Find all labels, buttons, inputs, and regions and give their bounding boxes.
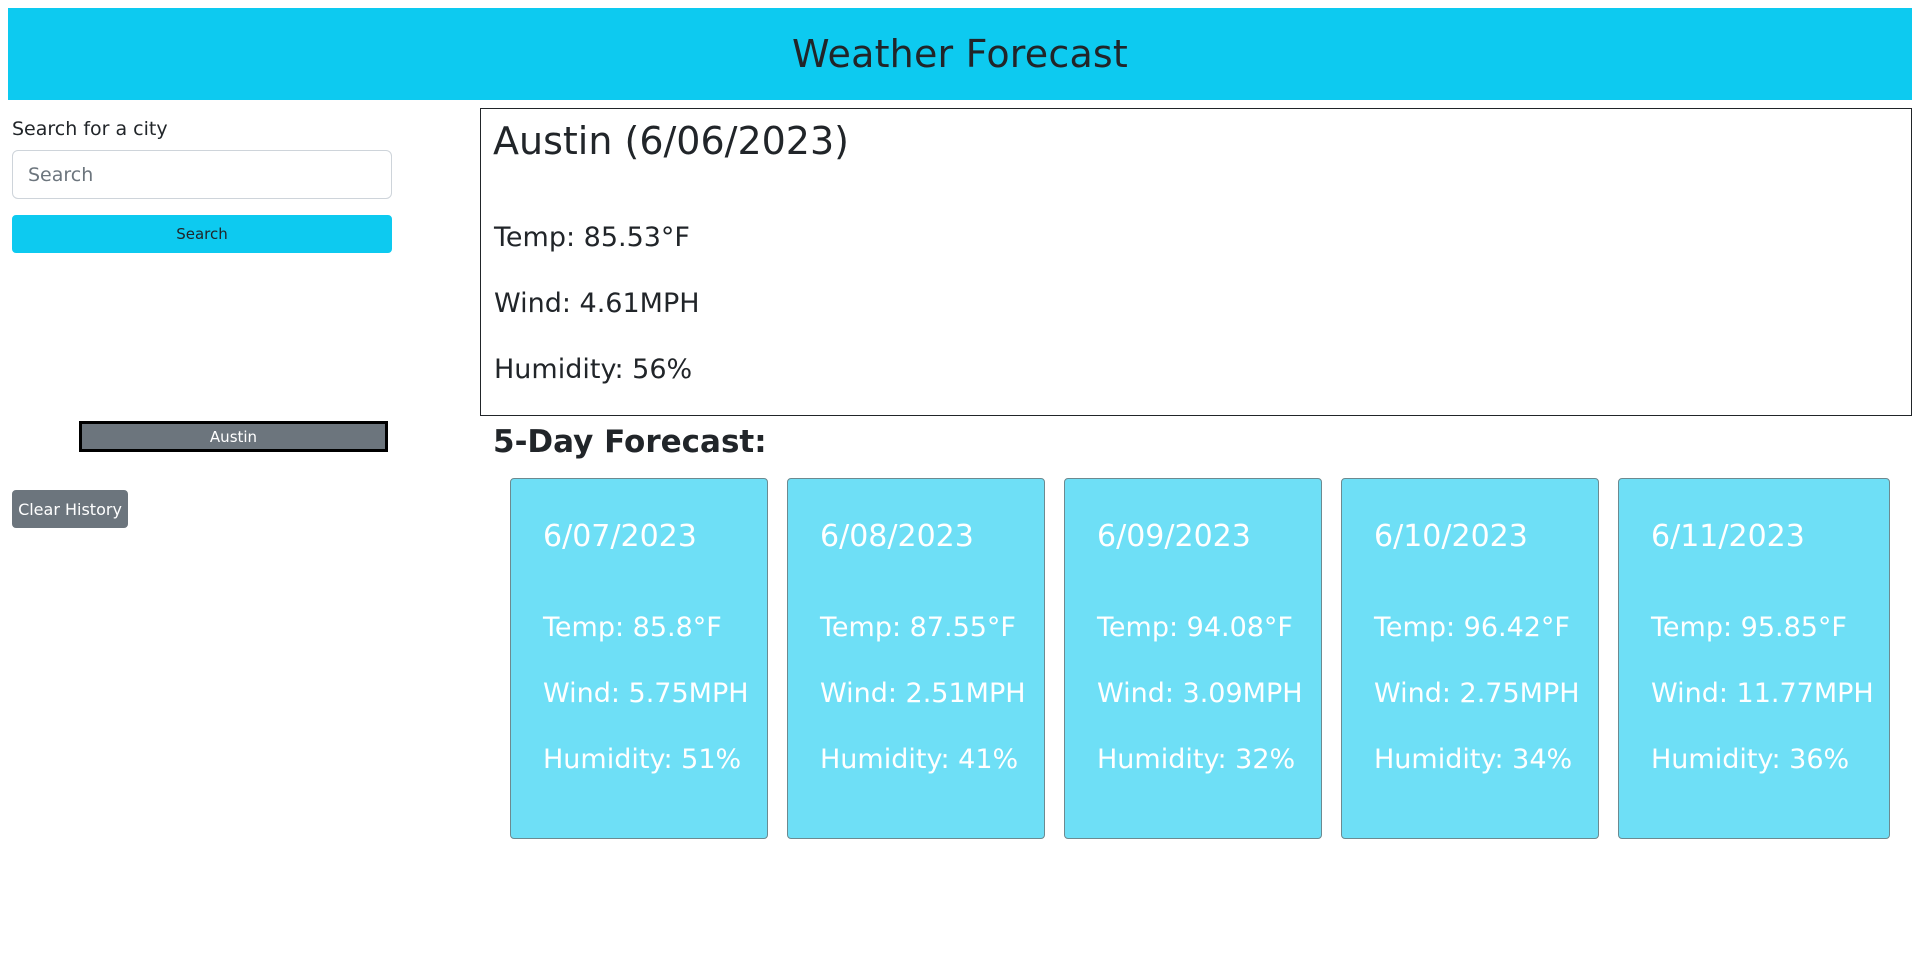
page-title: Weather Forecast	[791, 32, 1129, 76]
forecast-temp: Temp: 96.42°F	[1374, 612, 1570, 643]
forecast-wind: Wind: 2.51MPH	[820, 678, 1026, 709]
forecast-date: 6/11/2023	[1651, 519, 1805, 554]
forecast-humidity: Humidity: 51%	[543, 744, 742, 775]
forecast-humidity: Humidity: 32%	[1097, 744, 1296, 775]
forecast-temp: Temp: 85.8°F	[543, 612, 722, 643]
forecast-cards: 6/07/2023 Temp: 85.8°F Wind: 5.75MPH Hum…	[510, 478, 1890, 839]
forecast-card: 6/11/2023 Temp: 95.85°F Wind: 11.77MPH H…	[1618, 478, 1890, 839]
search-input[interactable]	[12, 150, 392, 199]
forecast-humidity: Humidity: 41%	[820, 744, 1019, 775]
forecast-card: 6/08/2023 Temp: 87.55°F Wind: 2.51MPH Hu…	[787, 478, 1045, 839]
forecast-humidity: Humidity: 36%	[1651, 744, 1850, 775]
current-wind: Wind: 4.61MPH	[494, 288, 700, 319]
forecast-temp: Temp: 95.85°F	[1651, 612, 1847, 643]
page-header: Weather Forecast	[8, 8, 1912, 100]
sidebar: Search for a city Search Austin Clear Hi…	[12, 118, 392, 528]
current-temp: Temp: 85.53°F	[494, 222, 690, 253]
search-button[interactable]: Search	[12, 215, 392, 253]
forecast-wind: Wind: 3.09MPH	[1097, 678, 1303, 709]
forecast-date: 6/10/2023	[1374, 519, 1528, 554]
forecast-wind: Wind: 5.75MPH	[543, 678, 749, 709]
forecast-temp: Temp: 87.55°F	[820, 612, 1016, 643]
forecast-date: 6/07/2023	[543, 519, 697, 554]
forecast-card: 6/07/2023 Temp: 85.8°F Wind: 5.75MPH Hum…	[510, 478, 768, 839]
forecast-title: 5-Day Forecast:	[493, 424, 767, 460]
history-button-austin[interactable]: Austin	[79, 421, 388, 452]
current-humidity: Humidity: 56%	[494, 354, 693, 385]
forecast-temp: Temp: 94.08°F	[1097, 612, 1293, 643]
forecast-date: 6/08/2023	[820, 519, 974, 554]
forecast-wind: Wind: 2.75MPH	[1374, 678, 1580, 709]
clear-history-button[interactable]: Clear History	[12, 490, 128, 528]
forecast-card: 6/09/2023 Temp: 94.08°F Wind: 3.09MPH Hu…	[1064, 478, 1322, 839]
forecast-wind: Wind: 11.77MPH	[1651, 678, 1874, 709]
search-label: Search for a city	[12, 118, 168, 140]
current-weather-panel: Austin (6/06/2023) Temp: 85.53°F Wind: 4…	[480, 108, 1912, 416]
current-city-title: Austin (6/06/2023)	[493, 119, 849, 163]
forecast-card: 6/10/2023 Temp: 96.42°F Wind: 2.75MPH Hu…	[1341, 478, 1599, 839]
forecast-date: 6/09/2023	[1097, 519, 1251, 554]
forecast-humidity: Humidity: 34%	[1374, 744, 1573, 775]
